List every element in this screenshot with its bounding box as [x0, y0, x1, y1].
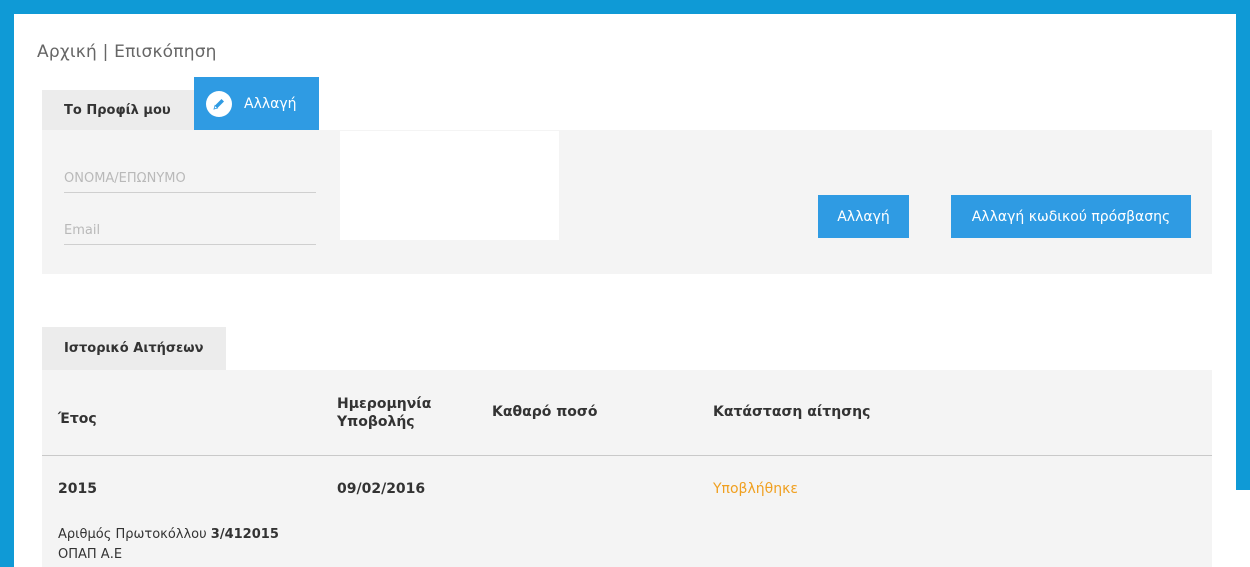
- name-field[interactable]: [64, 164, 316, 193]
- row-status: Υποβλήθηκε: [713, 481, 798, 497]
- breadcrumb: Αρχική | Επισκόπηση: [37, 42, 217, 62]
- breadcrumb-current: Επισκόπηση: [114, 42, 217, 62]
- table-header: Έτος Ημερομηνία Υποβολής Καθαρό ποσό Κατ…: [42, 370, 1212, 456]
- top-border: [0, 0, 1250, 14]
- tab-my-profile-label: Το Προφίλ μου: [64, 102, 171, 118]
- protocol-number: 3/412015: [210, 527, 279, 542]
- row-company: ΟΠΑΠ Α.Ε: [58, 547, 123, 562]
- row-year: 2015: [58, 481, 97, 497]
- protocol-label: Αριθμός Πρωτοκόλλου: [58, 527, 207, 542]
- email-field[interactable]: [64, 216, 316, 245]
- right-border: [1236, 0, 1250, 490]
- column-year: Έτος: [58, 411, 97, 427]
- profile-section: Αλλαγή Αλλαγή κωδικού πρόσβασης: [42, 130, 1212, 274]
- column-submission-date: Ημερομηνία Υποβολής: [337, 396, 432, 430]
- column-net-amount: Καθαρό ποσό: [492, 404, 598, 420]
- left-border: [0, 0, 14, 567]
- pencil-icon: [206, 90, 232, 117]
- breadcrumb-separator: |: [102, 42, 109, 62]
- edit-profile-label: Αλλαγή: [244, 95, 297, 112]
- column-application-status: Κατάσταση αίτησης: [713, 404, 871, 420]
- change-password-button[interactable]: Αλλαγή κωδικού πρόσβασης: [951, 195, 1191, 238]
- tab-my-profile[interactable]: Το Προφίλ μου: [42, 90, 194, 130]
- profile-image-area: [340, 131, 559, 240]
- row-submission-date: 09/02/2016: [337, 481, 426, 497]
- row-protocol: Αριθμός Πρωτοκόλλου 3/412015: [58, 527, 279, 542]
- edit-profile-tab[interactable]: Αλλαγή: [194, 77, 319, 130]
- tab-application-history-label: Ιστορικό Αιτήσεων: [64, 341, 204, 356]
- breadcrumb-home[interactable]: Αρχική: [37, 42, 97, 62]
- change-button[interactable]: Αλλαγή: [818, 195, 909, 238]
- tab-application-history[interactable]: Ιστορικό Αιτήσεων: [42, 327, 226, 370]
- history-table: Έτος Ημερομηνία Υποβολής Καθαρό ποσό Κατ…: [42, 370, 1212, 567]
